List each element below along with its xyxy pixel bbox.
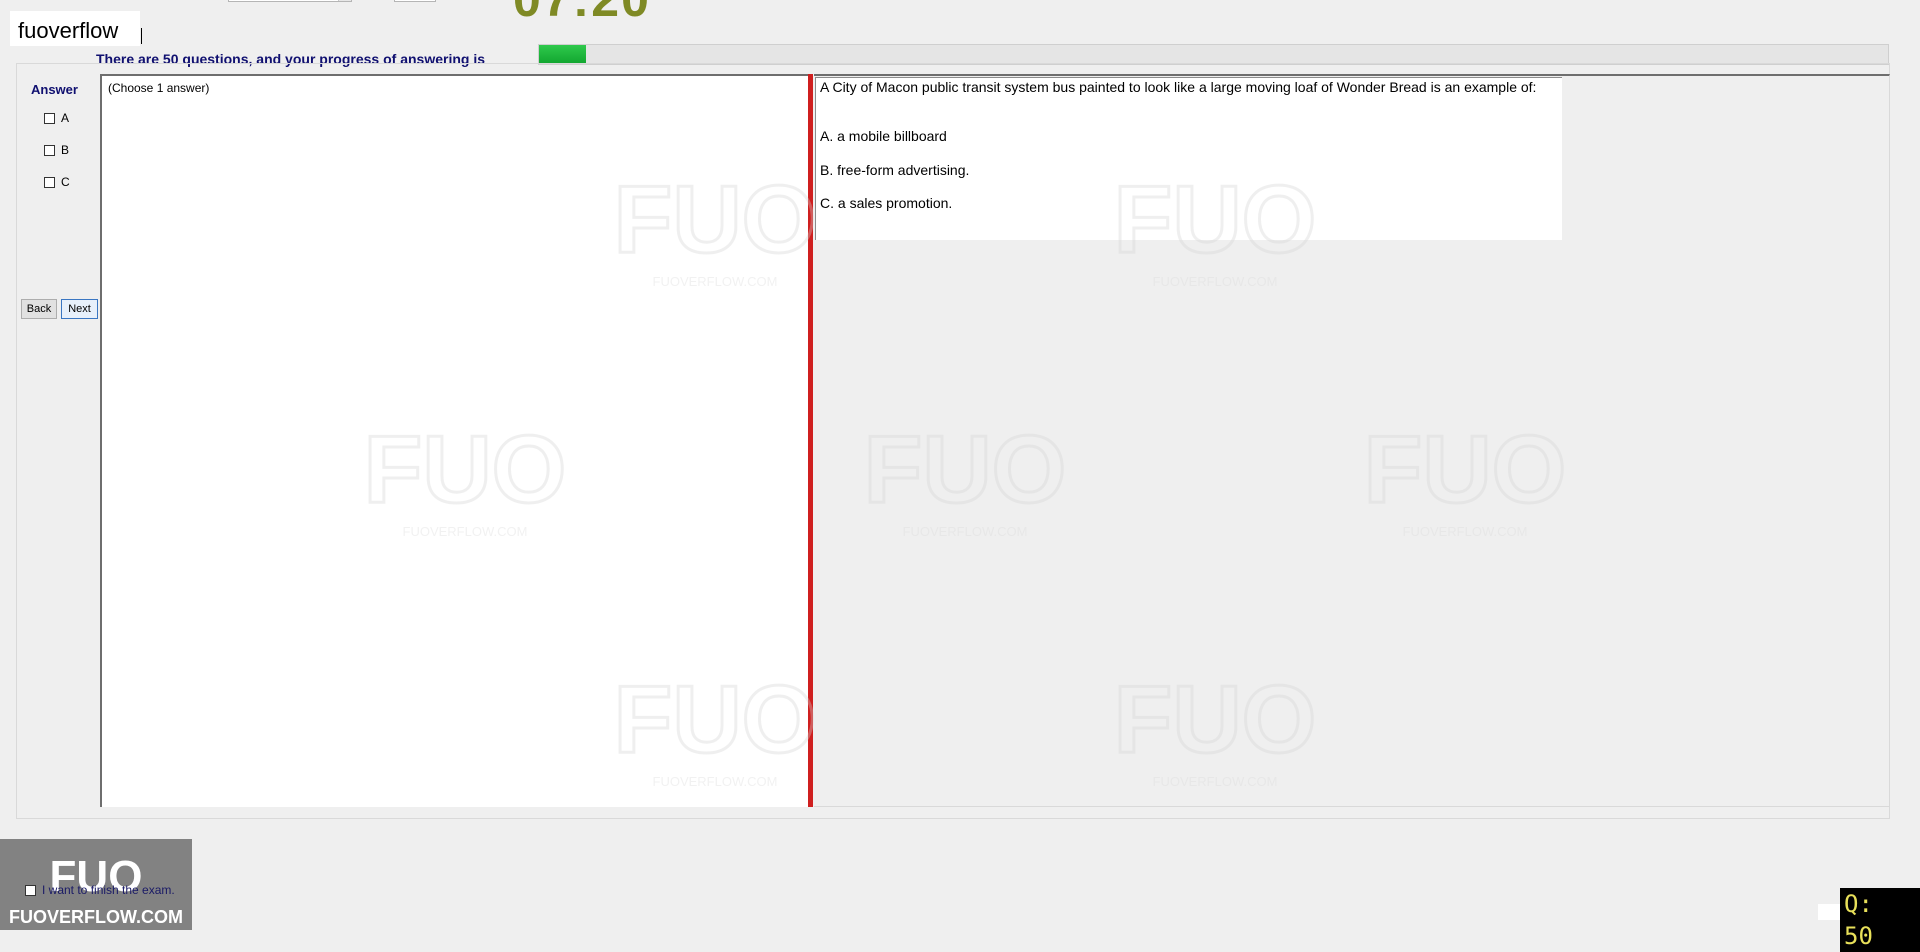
checkbox-b[interactable] <box>44 144 55 156</box>
question-choice-b: B. free-form advertising. <box>820 162 970 178</box>
svg-text:FUO: FUO <box>364 416 567 523</box>
checkbox-c[interactable] <box>44 176 55 188</box>
brand-label: fuoverflow <box>18 18 119 43</box>
svg-text:FUOVERFLOW.COM: FUOVERFLOW.COM <box>653 274 778 289</box>
choose-instruction: (Choose 1 answer) <box>108 81 210 95</box>
watermark-7: FUO FUOVERFLOW.COM <box>1110 660 1320 790</box>
watermark-2: FUO FUOVERFLOW.COM <box>1110 160 1320 290</box>
svg-text:FUO: FUO <box>614 666 817 773</box>
svg-text:FUOVERFLOW.COM: FUOVERFLOW.COM <box>653 774 778 789</box>
svg-text:FUO: FUO <box>1364 416 1567 523</box>
watermark-3: FUO FUOVERFLOW.COM <box>360 410 570 540</box>
question-counter: Q: 50 <box>1840 888 1920 952</box>
counter-spacer <box>1818 904 1840 920</box>
option-label-b: B <box>61 143 70 157</box>
svg-text:FUOVERFLOW.COM: FUOVERFLOW.COM <box>1153 274 1278 289</box>
finish-checkbox[interactable] <box>25 884 36 896</box>
answer-option-a[interactable]: A <box>44 111 69 125</box>
finish-label: I want to finish the exam. <box>42 883 175 897</box>
svg-text:FUO: FUO <box>864 416 1067 523</box>
option-label-a: A <box>61 111 70 125</box>
finish-exam-option[interactable]: I want to finish the exam. <box>25 883 175 897</box>
logo-subtext: FUOVERFLOW.COM <box>9 907 183 927</box>
question-choice-c: C. a sales promotion. <box>820 195 953 211</box>
top-combo-box[interactable] <box>228 0 352 2</box>
watermark-5: FUO FUOVERFLOW.COM <box>1360 410 1570 540</box>
svg-text:FUO: FUO <box>1114 166 1317 273</box>
checkbox-a[interactable] <box>44 112 55 124</box>
option-label-c: C <box>61 175 70 189</box>
svg-text:FUOVERFLOW.COM: FUOVERFLOW.COM <box>903 524 1028 539</box>
progress-fill <box>539 45 587 64</box>
watermark-6: FUO FUOVERFLOW.COM <box>610 660 820 790</box>
question-choice-a: A. a mobile billboard <box>820 128 947 144</box>
watermark-4: FUO FUOVERFLOW.COM <box>860 410 1070 540</box>
watermark-1: FUO FUOVERFLOW.COM <box>610 160 820 290</box>
text-cursor <box>141 28 142 44</box>
answer-option-b[interactable]: B <box>44 143 69 157</box>
svg-text:FUOVERFLOW.COM: FUOVERFLOW.COM <box>403 524 528 539</box>
exam-timer: 07:20 <box>513 0 651 24</box>
svg-text:FUO: FUO <box>614 166 817 273</box>
next-button[interactable]: Next <box>61 299 98 319</box>
back-button[interactable]: Back <box>21 299 57 319</box>
svg-text:FUOVERFLOW.COM: FUOVERFLOW.COM <box>1153 774 1278 789</box>
answer-title: Answer <box>31 82 78 97</box>
answer-option-c[interactable]: C <box>44 175 70 189</box>
svg-text:FUO: FUO <box>1114 666 1317 773</box>
progress-bar <box>538 44 1889 65</box>
svg-text:FUOVERFLOW.COM: FUOVERFLOW.COM <box>1403 524 1528 539</box>
top-small-input[interactable] <box>394 0 436 2</box>
question-text: A City of Macon public transit system bu… <box>820 79 1537 95</box>
